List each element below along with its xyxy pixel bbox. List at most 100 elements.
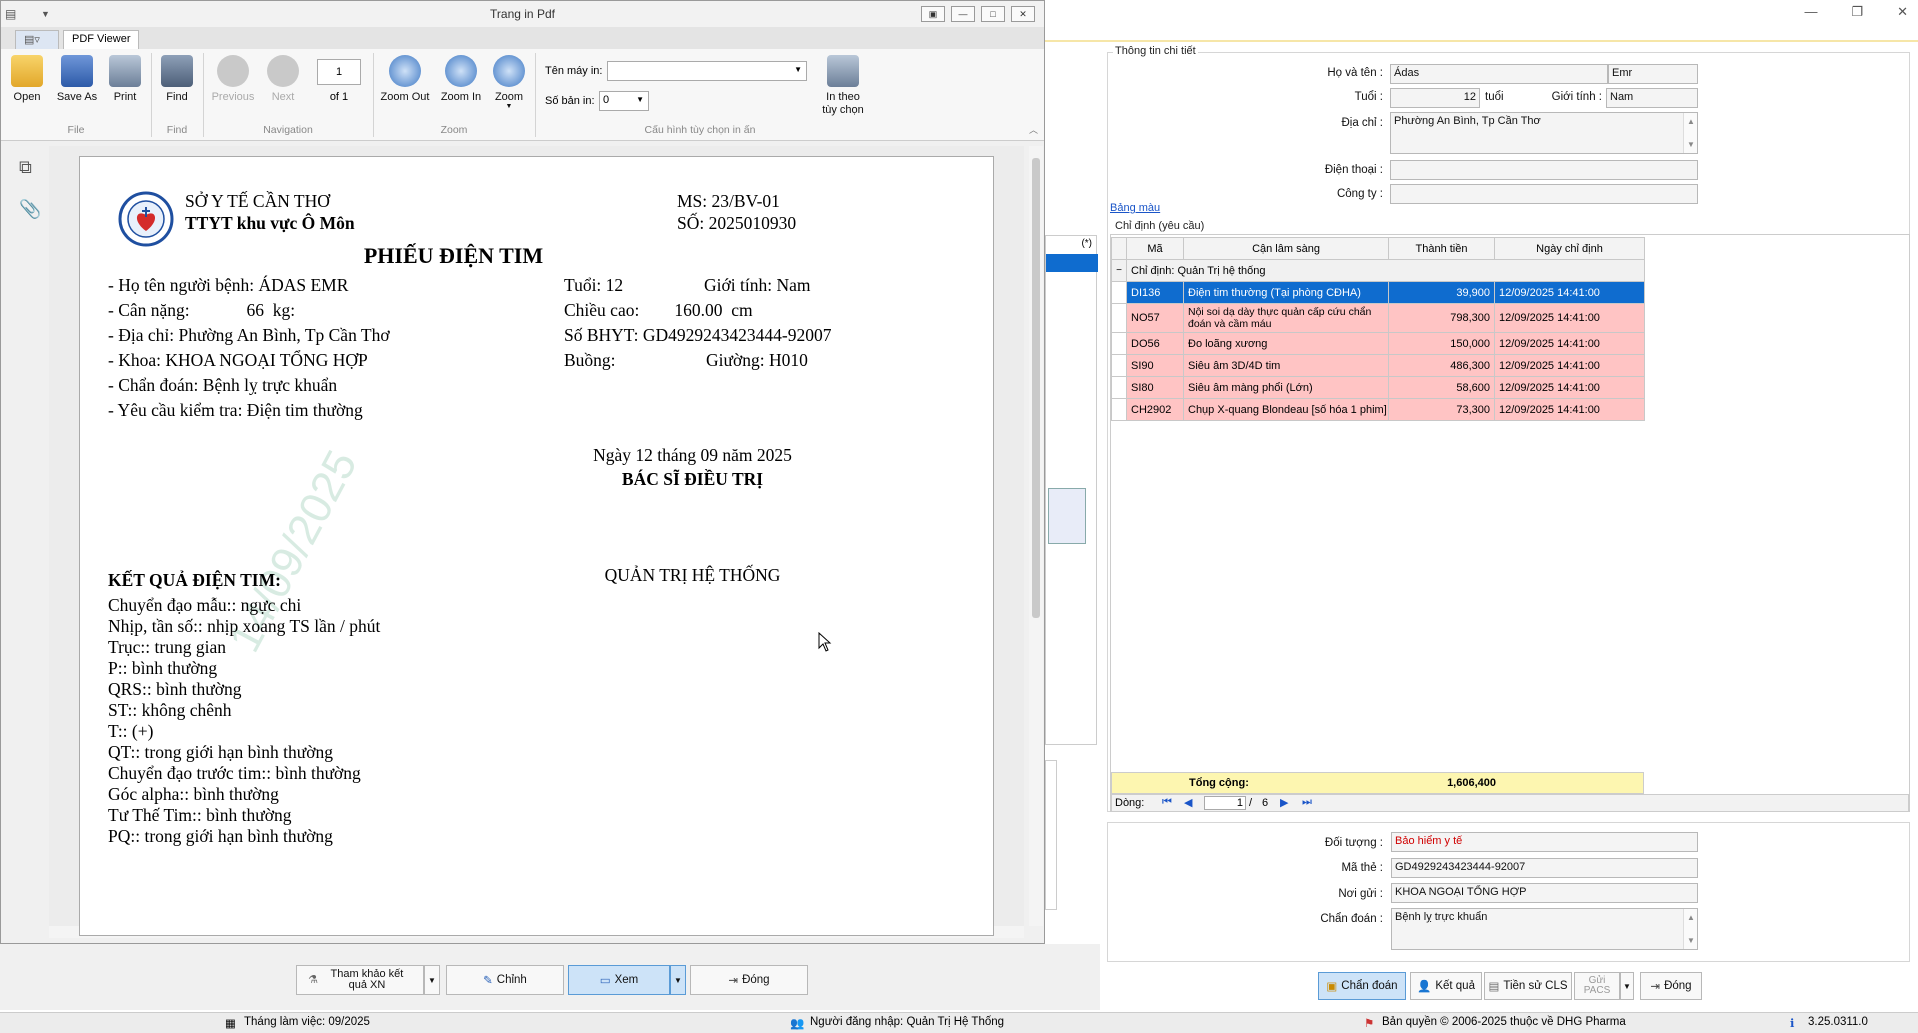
viewer-scroll-thumb[interactable] (1032, 158, 1040, 618)
zoom-button[interactable]: Zoom ▼ (483, 55, 535, 110)
doctor-name: QUẢN TRỊ HỆ THỐNG (604, 565, 781, 585)
subject-field[interactable]: Bảo hiểm y tế (1391, 832, 1698, 852)
calendar-icon: ▦ (225, 1018, 236, 1030)
send-pacs-dropdown[interactable]: ▼ (1620, 972, 1634, 1000)
find-button[interactable]: Find (151, 55, 203, 103)
minimize-icon[interactable]: — (1804, 4, 1817, 20)
version-text: 3.25.0311.0 (1808, 1016, 1868, 1028)
next-button[interactable]: Next (257, 55, 309, 103)
working-month: Tháng làm việc: 09/2025 (244, 1016, 370, 1028)
exit-icon: ⇥ (728, 975, 739, 987)
name-first-field[interactable]: Ádas (1390, 64, 1608, 84)
nav-current-input[interactable]: 1 (1204, 796, 1246, 810)
print-options-button[interactable]: In theo tùy chọn (813, 55, 873, 117)
result-button[interactable]: 👤 Kết quả (1410, 972, 1482, 1000)
orders-col-name[interactable]: Cận lâm sàng (1183, 237, 1389, 260)
diagnose-button[interactable]: ▣ Chẩn đoán (1318, 972, 1406, 1000)
table-row[interactable]: SI90 Siêu âm 3D/4D tim 486,300 12/09/202… (1111, 354, 1645, 377)
quick-access-dropdown-icon[interactable]: ▼ (41, 1, 50, 27)
company-field[interactable] (1390, 184, 1698, 204)
copies-select[interactable]: 0 ▼ (599, 91, 649, 111)
patient-age: Tuổi: 12 (564, 275, 624, 295)
cls-history-button[interactable]: ▤ Tiền sử CLS (1484, 972, 1572, 1000)
chevron-down-icon: ▼ (636, 95, 644, 104)
background-col-header: (*) (1081, 238, 1092, 249)
nav-separator: / (1249, 797, 1253, 809)
close-button-left[interactable]: ⇥ Đóng (690, 965, 808, 995)
minimize-icon[interactable]: — (951, 6, 975, 22)
save-as-button[interactable]: Save As (51, 55, 103, 103)
row-name: Đo loãng xương (1183, 332, 1389, 355)
table-row[interactable]: CH2902 Chụp X-quang Blondeau [số hóa 1 p… (1111, 398, 1645, 421)
page-number-input[interactable]: 1 (317, 59, 361, 85)
age-unit: tuổi (1485, 91, 1504, 103)
ribbon-app-button[interactable]: ▤▿ (15, 30, 59, 49)
age-field[interactable]: 12 (1390, 88, 1480, 108)
orders-col-date[interactable]: Ngày chỉ định (1494, 237, 1645, 260)
viewer-vertical-scrollbar[interactable] (1029, 146, 1043, 926)
phone-field[interactable] (1390, 160, 1698, 180)
gender-field[interactable]: Nam (1606, 88, 1698, 108)
pdf-dialog: ▤ ▼ Trang in Pdf ▣ — □ ✕ ▤▿ PDF Viewer O… (0, 0, 1045, 944)
diagnosis-field[interactable]: Bệnh lỵ trực khuẩn ▲ ▼ (1391, 908, 1698, 950)
zoom-out-button[interactable]: Zoom Out (379, 55, 431, 103)
diagnosis-scrollbar[interactable]: ▲ ▼ (1683, 909, 1697, 949)
subject-label: Đối tượng : (1324, 837, 1383, 849)
app-menu-icon[interactable]: ▤ (5, 1, 16, 27)
print-button[interactable]: Print (99, 55, 151, 103)
reference-results-dropdown[interactable]: ▼ (424, 965, 440, 995)
patient-weight: - Cân nặng: 66 kg: (108, 300, 296, 320)
view-dropdown[interactable]: ▼ (670, 965, 686, 995)
maximize-icon[interactable]: ❐ (1851, 4, 1863, 20)
form-code: MS: 23/BV-01 (677, 191, 780, 211)
address-field[interactable]: Phường An Bình, Tp Cần Thơ ▲ ▼ (1390, 112, 1698, 154)
send-pacs-button[interactable]: Gửi PACS (1574, 972, 1620, 1000)
table-row[interactable]: DI136 Điện tim thường (Tại phòng CĐHA) 3… (1111, 281, 1645, 304)
collapse-ribbon-icon[interactable]: ︿ (1029, 123, 1038, 136)
restore-icon[interactable]: ▣ (921, 6, 945, 22)
orders-group-row[interactable]: − Chỉ định: Quản Trị hệ thống (1111, 259, 1645, 282)
close-icon[interactable]: ✕ (1897, 4, 1908, 20)
result-line: PQ:: trong giới hạn bình thường (108, 826, 333, 846)
prev-page-icon[interactable]: ◀ (1184, 796, 1192, 809)
close-icon[interactable]: ✕ (1011, 6, 1035, 22)
last-page-icon[interactable]: ⏭ (1302, 796, 1312, 809)
maximize-icon[interactable]: □ (981, 6, 1005, 22)
view-button[interactable]: ▭ Xem (568, 965, 670, 995)
open-button[interactable]: Open (1, 55, 53, 103)
name-last-field[interactable]: Emr (1608, 64, 1698, 84)
table-row[interactable]: NO57 Nội soi dạ dày thực quản cấp cứu ch… (1111, 303, 1645, 333)
table-row[interactable]: DO56 Đo loãng xương 150,000 12/09/2025 1… (1111, 332, 1645, 355)
previous-button[interactable]: Previous (207, 55, 259, 103)
tab-pdf-viewer[interactable]: PDF Viewer (63, 30, 140, 49)
edit-button[interactable]: ✎ Chỉnh (446, 965, 564, 995)
nav-label: Dòng: (1115, 797, 1145, 809)
result-line: Nhịp, tần số:: nhịp xoang TS lần / phút (108, 616, 381, 636)
first-page-icon[interactable]: ⏮ (1162, 796, 1172, 809)
group-file-label: File (67, 124, 85, 136)
doctor-title: BÁC SĨ ĐIỀU TRỊ (621, 469, 764, 489)
zoom-in-button[interactable]: Zoom In (435, 55, 487, 103)
result-line: Chuyển đạo trước tim:: bình thường (108, 763, 361, 783)
next-page-icon[interactable]: ▶ (1280, 796, 1288, 809)
ribbon: Open Save As Print File Find Find Previo… (1, 49, 1044, 141)
row-name: Chụp X-quang Blondeau [số hóa 1 phim] (1183, 398, 1389, 421)
close-button-right[interactable]: ⇥ Đóng (1640, 972, 1702, 1000)
flask-icon: ⚗ (308, 973, 318, 986)
color-legend-link[interactable]: Bảng màu (1110, 202, 1160, 214)
collapse-icon[interactable]: − (1111, 259, 1127, 282)
orders-col-amount[interactable]: Thành tiền (1388, 237, 1495, 260)
printer-name-select[interactable]: ▼ (607, 61, 807, 81)
pages-icon[interactable]: ⧉ (19, 157, 32, 178)
patient-name: - Họ tên người bệnh: ÁDAS EMR (108, 275, 349, 295)
address-scrollbar[interactable]: ▲ ▼ (1683, 113, 1697, 153)
referral-field[interactable]: KHOA NGOẠI TỔNG HỢP (1391, 883, 1698, 903)
orders-col-code[interactable]: Mã (1126, 237, 1184, 260)
row-code: SI80 (1126, 376, 1184, 399)
attachment-icon[interactable]: 📎 (19, 199, 41, 220)
table-row[interactable]: SI80 Siêu âm màng phổi (Lớn) 58,600 12/0… (1111, 376, 1645, 399)
patient-gender: Giới tính: Nam (704, 275, 811, 295)
card-field[interactable]: GD4929243423444-92007 (1391, 858, 1698, 878)
reference-results-button[interactable]: ⚗ Tham khảo kết quả XN (296, 965, 424, 995)
ribbon-tabs: ▤▿ PDF Viewer (1, 27, 1044, 49)
